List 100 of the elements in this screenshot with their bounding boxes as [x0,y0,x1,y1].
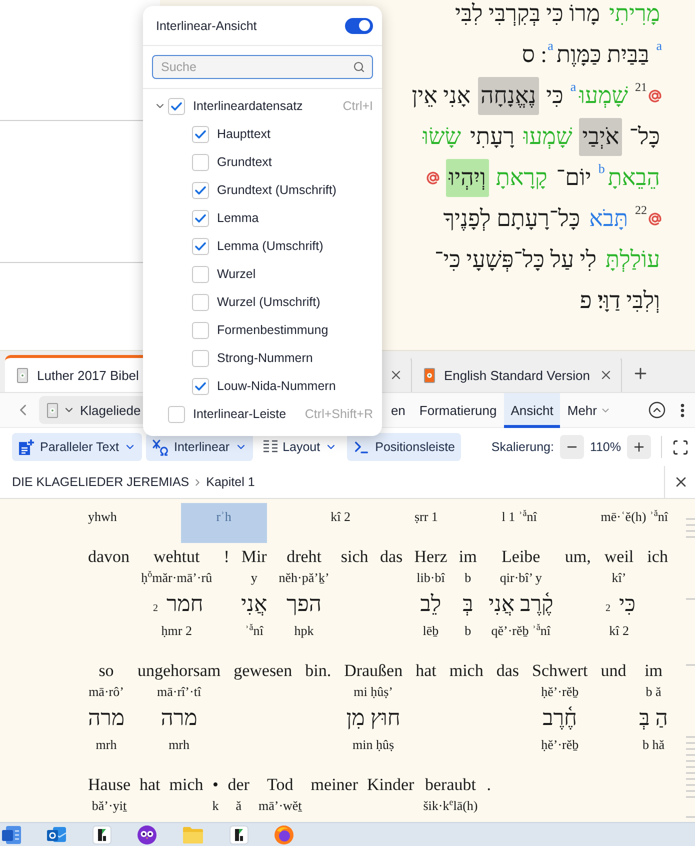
checkbox[interactable] [192,294,209,310]
german-word: ich [647,547,668,566]
lemma-transliteration: rʾh [216,509,232,524]
hebrew-text: שָׂשׂוּ [421,122,462,150]
checkmark-icon [195,186,206,194]
hebrew-text: קָרָאתָ [494,164,548,192]
option-label[interactable]: Grundtext (Umschrift) [217,183,336,197]
checkmark-icon [195,242,206,250]
symbols-icon [152,438,169,456]
checkbox[interactable] [168,98,185,114]
at-sign-icon[interactable] [648,88,662,102]
checkbox[interactable] [192,126,209,142]
option-label[interactable]: Wurzel [217,267,256,281]
at-sign-icon[interactable] [648,212,662,226]
fullscreen-icon[interactable] [672,438,689,456]
highlighted-hebrew-word: נֶאֱנָחָה [478,76,540,114]
lemma-transliteration: min ḥûṣ [352,737,394,752]
footnote-marker[interactable]: a [570,80,576,94]
lemma-transliteration: b hă [642,737,665,752]
checkmark-icon [195,382,206,390]
lemma-transliteration: kî 2 [330,509,351,524]
option-label[interactable]: Formenbestimmung [217,323,328,337]
option-label[interactable]: Grundtext [217,155,272,169]
document-app-icon[interactable] [2,824,22,844]
hebrew-text: אָנִי אֵין [410,82,472,110]
globe-app-icon[interactable] [274,824,294,844]
terminal-icon [353,438,370,456]
transliteration: ă [236,798,242,813]
checkbox[interactable] [192,182,209,198]
lemma-transliteration: ḥĕ’·rĕḇ [541,737,579,752]
footnote-marker[interactable]: a [548,39,554,53]
german-word: wehtut [153,547,200,566]
mail-app-icon[interactable] [47,824,67,844]
dropdown-button[interactable]: Layout [256,433,344,461]
checkbox[interactable] [192,238,209,254]
search-field[interactable]: Suche [152,55,373,79]
chevron-up-circle-icon[interactable] [648,401,666,419]
german-word: Kinder [367,775,414,794]
dropdown-button[interactable]: Paralleler Text [12,433,142,461]
dropdown-button[interactable]: Interlinear [146,433,253,461]
hebrew-text: ׃ ס [520,38,543,72]
german-word: hat [139,775,160,794]
owl-icon[interactable] [137,824,157,844]
checkbox[interactable] [168,406,185,422]
footnote-marker[interactable]: b [598,162,605,176]
german-word: Herz [414,547,448,566]
option-label[interactable]: Interlinear-Leiste [193,407,286,421]
lemma-transliteration: l 1 ʾ$^{ă}$nî [502,509,537,524]
toggle-button[interactable]: Positionsleiste [347,433,462,461]
lemma-transliteration: mrh [96,737,117,752]
option-label[interactable]: Lemma (Umschrift) [217,239,324,253]
checkbox[interactable] [192,350,209,366]
verse-number: 21 [635,81,647,94]
german-word: Schwert [532,661,588,680]
checkbox[interactable] [192,266,209,282]
ribbon-tab[interactable]: Formatierung [412,392,504,428]
hebrew-lemma: חוּץ מִן [346,705,400,730]
zoom-in-button[interactable] [627,435,651,459]
app-icon[interactable] [92,824,112,844]
footnote-marker[interactable]: a [656,39,662,53]
option-label[interactable]: Louw-Nida-Nummern [217,379,336,393]
breadcrumb-link[interactable]: DIE KLAGELIEDER JEREMIAS [12,475,190,489]
transliteration: šik·k$^{e}$lā(h) [423,798,478,813]
shortcut-hint: Ctrl+Shift+R [304,407,373,421]
checkbox[interactable] [192,154,209,170]
app-icon[interactable] [229,824,249,844]
german-word: Draußen [344,661,403,680]
german-word: ! [224,547,230,566]
hebrew-text: וְלִבִּי דַוָּי׃ פ [578,286,661,315]
hebrew-lemma: לֵב [420,591,442,616]
document-tab[interactable]: English Standard Version [412,355,622,392]
at-sign-icon[interactable] [426,170,440,184]
transliteration: bă’·yiṯ [92,798,127,813]
hebrew-lemma: קֶ֫רֶב אֲנִי [488,591,554,616]
ribbon-tab[interactable]: en [384,392,412,428]
transliteration: kî’ [612,570,626,585]
menu-tab[interactable]: Mehr [560,392,618,428]
lemma-transliteration: kî 2 [609,623,629,638]
breadcrumb-link[interactable]: Kapitel 1 [206,475,255,489]
hebrew-text: כִּי [545,82,564,110]
option-label[interactable]: Wurzel (Umschrift) [217,295,320,309]
checkbox[interactable] [192,378,209,394]
transliteration: qir·bî’ y [500,570,542,585]
search-icon [353,61,365,73]
option-label[interactable]: Haupttext [217,127,271,141]
option-label[interactable]: Interlineardatensatz [193,99,303,113]
close-icon[interactable] [389,368,403,382]
ribbon-tab[interactable]: Ansicht [504,392,560,428]
hebrew-text: שָׁמְעוּ [522,122,574,151]
lemma-transliteration: mē·ʿĕ(h) ʾ$^{ă}$nî [600,509,668,524]
checkbox[interactable] [192,210,209,226]
checkmark-icon [195,214,206,222]
transliteration: ḥĕ’·rĕḇ [541,684,579,699]
checkbox[interactable] [192,322,209,338]
hebrew-lemma: חֶ֫רֶב [542,705,578,730]
option-label[interactable]: Lemma [217,211,259,225]
toggle-switch[interactable] [345,18,373,34]
transliteration: lib·bî [416,570,445,585]
transliteration: ḥ$^{ŏ}$măr·mā’·rû [141,570,212,585]
option-label[interactable]: Strong-Nummern [217,351,313,365]
